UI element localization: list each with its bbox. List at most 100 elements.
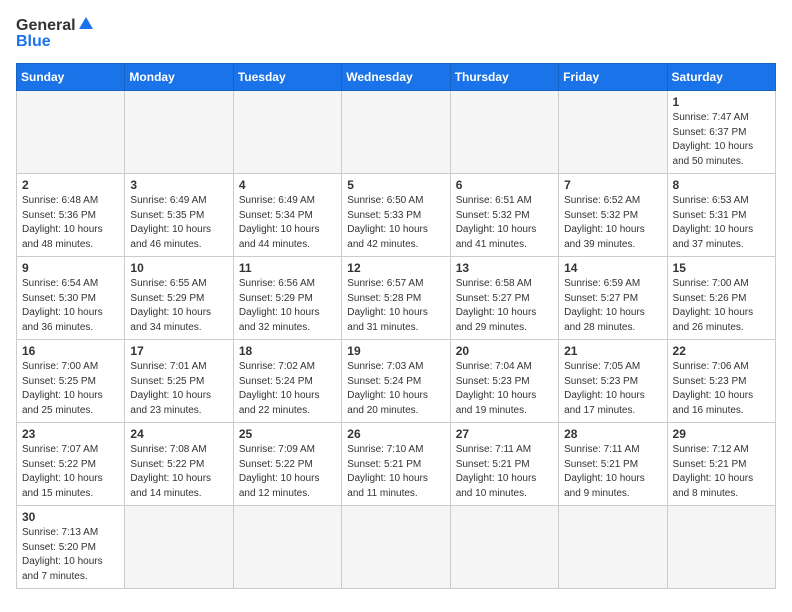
day-number: 15 (673, 261, 770, 275)
day-number: 12 (347, 261, 444, 275)
calendar-cell: 7 Sunrise: 6:52 AM Sunset: 5:32 PM Daylig… (559, 174, 667, 257)
calendar-cell (667, 506, 775, 589)
calendar-cell: 5 Sunrise: 6:50 AM Sunset: 5:33 PM Daylig… (342, 174, 450, 257)
day-info: Sunrise: 7:11 AM Sunset: 5:21 PM Dayligh… (564, 443, 661, 501)
weekday-header-thursday: Thursday (450, 64, 558, 91)
calendar-cell (342, 91, 450, 174)
calendar-cell: 1 Sunrise: 7:47 AM Sunset: 6:37 PM Daylig… (667, 91, 775, 174)
calendar-week-5: 30Sunrise: 7:13 AM Sunset: 5:20 PM Dayli… (17, 506, 776, 589)
day-info: Sunrise: 7:03 AM Sunset: 5:24 PM Dayligh… (347, 360, 444, 418)
calendar-week-3: 16Sunrise: 7:00 AM Sunset: 5:25 PM Dayli… (17, 340, 776, 423)
calendar: SundayMondayTuesdayWednesdayThursdayFrid… (16, 63, 776, 589)
logo-triangle-icon (79, 16, 93, 30)
day-number: 3 (130, 178, 227, 192)
day-info: Sunrise: 6:58 AM Sunset: 5:27 PM Dayligh… (456, 277, 553, 335)
weekday-header-tuesday: Tuesday (233, 64, 341, 91)
calendar-cell: 29Sunrise: 7:12 AM Sunset: 5:21 PM Dayli… (667, 423, 775, 506)
calendar-cell (559, 506, 667, 589)
calendar-cell (450, 91, 558, 174)
day-info: Sunrise: 7:04 AM Sunset: 5:23 PM Dayligh… (456, 360, 553, 418)
day-number: 14 (564, 261, 661, 275)
day-info: Sunrise: 6:50 AM Sunset: 5:33 PM Dayligh… (347, 194, 444, 252)
calendar-cell (450, 506, 558, 589)
day-info: Sunrise: 6:51 AM Sunset: 5:32 PM Dayligh… (456, 194, 553, 252)
day-info: Sunrise: 7:00 AM Sunset: 5:26 PM Dayligh… (673, 277, 770, 335)
day-info: Sunrise: 6:49 AM Sunset: 5:35 PM Dayligh… (130, 194, 227, 252)
weekday-header-friday: Friday (559, 64, 667, 91)
day-info: Sunrise: 6:52 AM Sunset: 5:32 PM Dayligh… (564, 194, 661, 252)
day-number: 27 (456, 427, 553, 441)
calendar-header: SundayMondayTuesdayWednesdayThursdayFrid… (17, 64, 776, 91)
day-info: Sunrise: 6:54 AM Sunset: 5:30 PM Dayligh… (22, 277, 119, 335)
day-info: Sunrise: 7:00 AM Sunset: 5:25 PM Dayligh… (22, 360, 119, 418)
day-info: Sunrise: 6:57 AM Sunset: 5:28 PM Dayligh… (347, 277, 444, 335)
day-number: 7 (564, 178, 661, 192)
calendar-cell: 16Sunrise: 7:00 AM Sunset: 5:25 PM Dayli… (17, 340, 125, 423)
day-info: Sunrise: 7:01 AM Sunset: 5:25 PM Dayligh… (130, 360, 227, 418)
day-number: 18 (239, 344, 336, 358)
day-info: Sunrise: 6:49 AM Sunset: 5:34 PM Dayligh… (239, 194, 336, 252)
day-info: Sunrise: 6:55 AM Sunset: 5:29 PM Dayligh… (130, 277, 227, 335)
weekday-header-monday: Monday (125, 64, 233, 91)
logo-text-block: General Blue (16, 16, 93, 51)
calendar-cell: 20 Sunrise: 7:04 AM Sunset: 5:23 PM Dayli… (450, 340, 558, 423)
day-info: Sunrise: 7:12 AM Sunset: 5:21 PM Dayligh… (673, 443, 770, 501)
day-info: Sunrise: 7:02 AM Sunset: 5:24 PM Dayligh… (239, 360, 336, 418)
day-info: Sunrise: 7:13 AM Sunset: 5:20 PM Dayligh… (22, 526, 119, 584)
day-info: Sunrise: 7:10 AM Sunset: 5:21 PM Dayligh… (347, 443, 444, 501)
calendar-cell: 27 Sunrise: 7:11 AM Sunset: 5:21 PM Dayli… (450, 423, 558, 506)
calendar-cell: 11Sunrise: 6:56 AM Sunset: 5:29 PM Dayli… (233, 257, 341, 340)
calendar-cell: 2Sunrise: 6:48 AM Sunset: 5:36 PM Daylig… (17, 174, 125, 257)
day-number: 20 (456, 344, 553, 358)
calendar-cell: 26Sunrise: 7:10 AM Sunset: 5:21 PM Dayli… (342, 423, 450, 506)
calendar-cell: 10Sunrise: 6:55 AM Sunset: 5:29 PM Dayli… (125, 257, 233, 340)
day-number: 1 (673, 95, 770, 109)
day-info: Sunrise: 7:07 AM Sunset: 5:22 PM Dayligh… (22, 443, 119, 501)
day-number: 4 (239, 178, 336, 192)
day-number: 25 (239, 427, 336, 441)
calendar-week-2: 9 Sunrise: 6:54 AM Sunset: 5:30 PM Daylig… (17, 257, 776, 340)
calendar-cell: 30Sunrise: 7:13 AM Sunset: 5:20 PM Dayli… (17, 506, 125, 589)
day-number: 21 (564, 344, 661, 358)
calendar-cell: 28 Sunrise: 7:11 AM Sunset: 5:21 PM Dayli… (559, 423, 667, 506)
calendar-cell (17, 91, 125, 174)
calendar-cell (233, 91, 341, 174)
calendar-cell: 24Sunrise: 7:08 AM Sunset: 5:22 PM Dayli… (125, 423, 233, 506)
page-header: General Blue (16, 16, 776, 51)
calendar-cell: 3 Sunrise: 6:49 AM Sunset: 5:35 PM Daylig… (125, 174, 233, 257)
calendar-cell: 14 Sunrise: 6:59 AM Sunset: 5:27 PM Dayli… (559, 257, 667, 340)
calendar-cell (233, 506, 341, 589)
weekday-header-saturday: Saturday (667, 64, 775, 91)
day-number: 9 (22, 261, 119, 275)
day-number: 19 (347, 344, 444, 358)
day-info: Sunrise: 7:09 AM Sunset: 5:22 PM Dayligh… (239, 443, 336, 501)
calendar-cell: 6 Sunrise: 6:51 AM Sunset: 5:32 PM Daylig… (450, 174, 558, 257)
calendar-cell: 18 Sunrise: 7:02 AM Sunset: 5:24 PM Dayli… (233, 340, 341, 423)
day-number: 8 (673, 178, 770, 192)
day-info: Sunrise: 7:47 AM Sunset: 6:37 PM Dayligh… (673, 111, 770, 169)
weekday-header-sunday: Sunday (17, 64, 125, 91)
day-number: 23 (22, 427, 119, 441)
calendar-cell (125, 506, 233, 589)
day-number: 28 (564, 427, 661, 441)
day-info: Sunrise: 7:08 AM Sunset: 5:22 PM Dayligh… (130, 443, 227, 501)
day-info: Sunrise: 6:59 AM Sunset: 5:27 PM Dayligh… (564, 277, 661, 335)
calendar-cell: 4 Sunrise: 6:49 AM Sunset: 5:34 PM Daylig… (233, 174, 341, 257)
day-number: 6 (456, 178, 553, 192)
calendar-cell: 23 Sunrise: 7:07 AM Sunset: 5:22 PM Dayli… (17, 423, 125, 506)
calendar-week-0: 1 Sunrise: 7:47 AM Sunset: 6:37 PM Daylig… (17, 91, 776, 174)
calendar-cell: 22Sunrise: 7:06 AM Sunset: 5:23 PM Dayli… (667, 340, 775, 423)
day-info: Sunrise: 7:11 AM Sunset: 5:21 PM Dayligh… (456, 443, 553, 501)
calendar-cell: 15 Sunrise: 7:00 AM Sunset: 5:26 PM Dayli… (667, 257, 775, 340)
calendar-cell: 21Sunrise: 7:05 AM Sunset: 5:23 PM Dayli… (559, 340, 667, 423)
calendar-cell: 9 Sunrise: 6:54 AM Sunset: 5:30 PM Daylig… (17, 257, 125, 340)
logo-blue: Blue (16, 33, 93, 51)
calendar-cell: 8Sunrise: 6:53 AM Sunset: 5:31 PM Daylig… (667, 174, 775, 257)
logo: General Blue (16, 16, 93, 51)
day-number: 11 (239, 261, 336, 275)
day-number: 5 (347, 178, 444, 192)
day-number: 22 (673, 344, 770, 358)
calendar-cell: 13Sunrise: 6:58 AM Sunset: 5:27 PM Dayli… (450, 257, 558, 340)
calendar-cell (342, 506, 450, 589)
day-info: Sunrise: 6:48 AM Sunset: 5:36 PM Dayligh… (22, 194, 119, 252)
